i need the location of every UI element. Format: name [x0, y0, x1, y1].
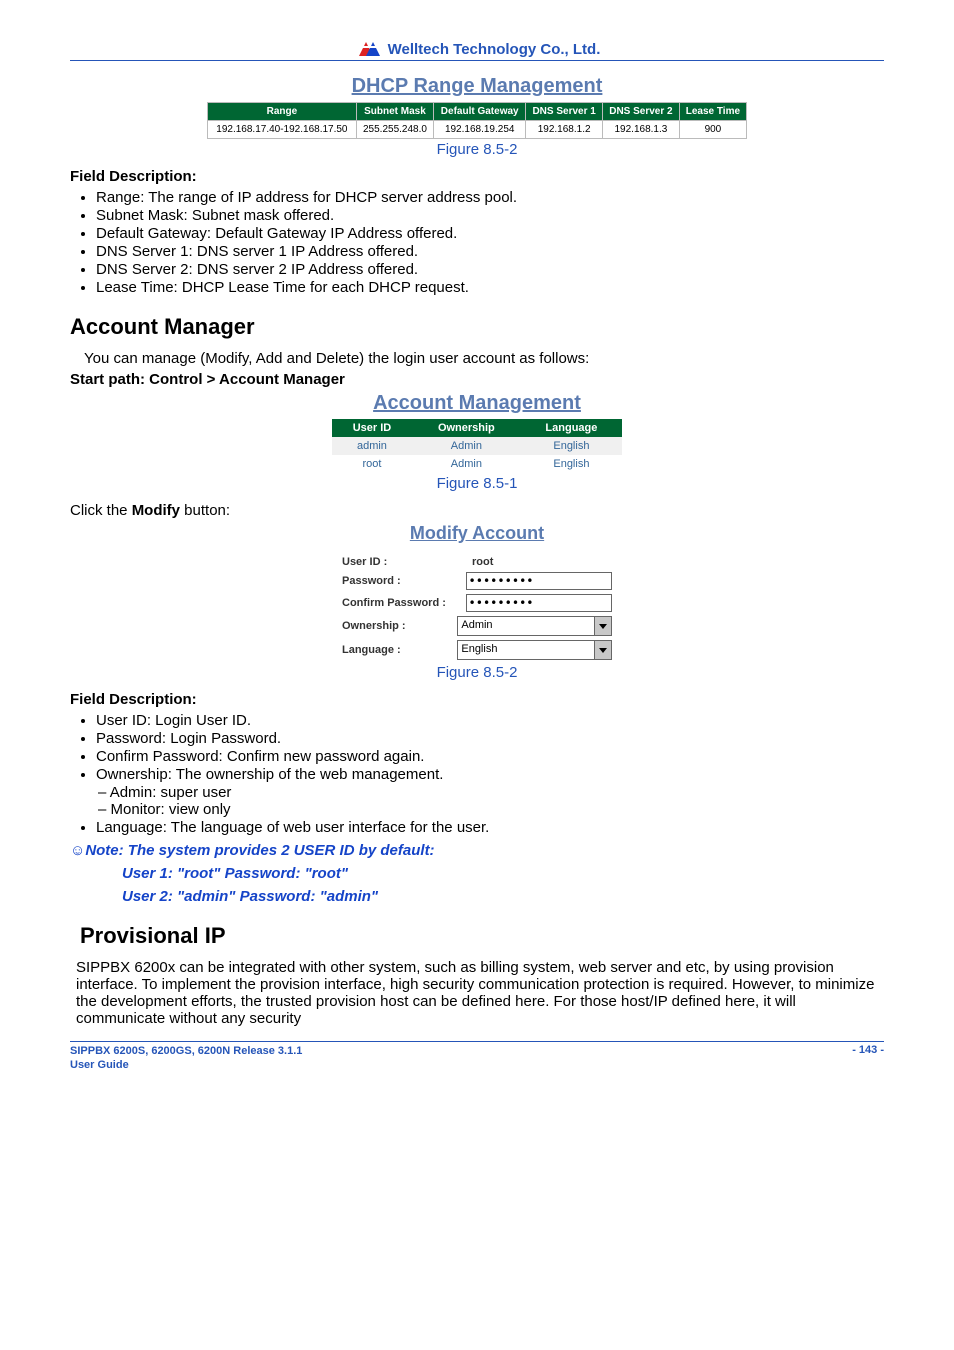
fd2-item: Language: The language of web user inter… — [96, 819, 884, 836]
account-manager-intro: You can manage (Modify, Add and Delete) … — [84, 350, 884, 367]
fd1-item: DNS Server 2: DNS server 2 IP Address of… — [96, 261, 884, 278]
field-desc2-heading: Field Description: — [70, 691, 884, 708]
fd2-item: Confirm Password: Confirm new password a… — [96, 748, 884, 765]
dhcp-table: Range Subnet Mask Default Gateway DNS Se… — [207, 102, 747, 139]
note-line3: User 2: "admin" Password: "admin" — [122, 888, 884, 905]
ownership-label: Ownership : — [342, 620, 457, 632]
field-desc2-list: User ID: Login User ID. Password: Login … — [96, 712, 884, 783]
dhcp-range-panel: DHCP Range Management Range Subnet Mask … — [207, 71, 747, 139]
fd1-item: Subnet Mask: Subnet mask offered. — [96, 207, 884, 224]
start-path-label: Start path: — [70, 371, 145, 388]
acct-col-ownership: Ownership — [412, 419, 521, 437]
account-management-panel: Account Management User ID Ownership Lan… — [332, 388, 622, 473]
footer-page-number: - 143 - — [852, 1044, 884, 1056]
user-id-label: User ID : — [342, 556, 472, 568]
fd1-item: Lease Time: DHCP Lease Time for each DHC… — [96, 279, 884, 296]
note-line2: User 1: "root" Password: "root" — [122, 865, 884, 882]
field-desc1-list: Range: The range of IP address for DHCP … — [96, 189, 884, 296]
confirm-password-label: Confirm Password : — [342, 597, 466, 609]
acct-row: admin Admin English — [332, 437, 622, 455]
welltech-logo-icon — [354, 40, 384, 58]
provisional-heading: Provisional IP — [80, 923, 884, 949]
modify-panel-title: Modify Account — [332, 519, 622, 548]
fd2-subitem: Monitor: view only — [98, 801, 884, 818]
acct-figure-label: Figure 8.5-1 — [70, 475, 884, 492]
dhcp-col-gateway: Default Gateway — [434, 103, 526, 121]
page-footer: SIPPBX 6200S, 6200GS, 6200N Release 3.1.… — [70, 1041, 884, 1073]
note-line1: ☺Note: The system provides 2 USER ID by … — [70, 842, 884, 859]
dhcp-panel-title: DHCP Range Management — [207, 71, 747, 102]
fd1-item: Range: The range of IP address for DHCP … — [96, 189, 884, 206]
provisional-body: SIPPBX 6200x can be integrated with othe… — [76, 959, 884, 1027]
ownership-select[interactable]: Admin — [457, 616, 612, 636]
language-label: Language : — [342, 644, 457, 656]
fd2-sublist: Admin: super user Monitor: view only — [98, 784, 884, 818]
start-path-value: Control > Account Manager — [149, 371, 345, 388]
acct-row: root Admin English — [332, 455, 622, 473]
fd1-item: Default Gateway: Default Gateway IP Addr… — [96, 225, 884, 242]
chevron-down-icon[interactable] — [594, 641, 611, 659]
account-manager-heading: Account Manager — [70, 314, 884, 340]
fd2-item: User ID: Login User ID. — [96, 712, 884, 729]
click-modify-text: Click the Modify button: — [70, 502, 884, 519]
chevron-down-icon[interactable] — [594, 617, 611, 635]
acct-col-language: Language — [521, 419, 622, 437]
fd2-item: Ownership: The ownership of the web mana… — [96, 766, 884, 783]
acct-col-user: User ID — [332, 419, 412, 437]
dhcp-col-range: Range — [208, 103, 357, 121]
field-desc2-list-after: Language: The language of web user inter… — [96, 819, 884, 836]
fd1-item: DNS Server 1: DNS server 1 IP Address of… — [96, 243, 884, 260]
acct-panel-title: Account Management — [332, 388, 622, 419]
fd2-item: Password: Login Password. — [96, 730, 884, 747]
confirm-password-input[interactable]: ••••••••• — [466, 594, 613, 612]
dhcp-figure-label: Figure 8.5-2 — [70, 141, 884, 158]
field-desc1-heading: Field Description: — [70, 168, 884, 185]
language-select[interactable]: English — [457, 640, 612, 660]
dhcp-col-dns1: DNS Server 1 — [526, 103, 603, 121]
page-header: Welltech Technology Co., Ltd. — [70, 40, 884, 61]
user-id-value: root — [472, 556, 493, 568]
password-input[interactable]: ••••••••• — [466, 572, 613, 590]
password-label: Password : — [342, 575, 466, 587]
fd2-subitem: Admin: super user — [98, 784, 884, 801]
dhcp-row: 192.168.17.40-192.168.17.50 255.255.248.… — [208, 121, 747, 139]
dhcp-col-mask: Subnet Mask — [356, 103, 433, 121]
modify-figure-label: Figure 8.5-2 — [70, 664, 884, 681]
company-name: Welltech Technology Co., Ltd. — [388, 41, 601, 58]
modify-account-panel: Modify Account User ID : root Password :… — [332, 519, 622, 662]
dhcp-col-lease: Lease Time — [679, 103, 746, 121]
dhcp-col-dns2: DNS Server 2 — [603, 103, 680, 121]
footer-left: SIPPBX 6200S, 6200GS, 6200N Release 3.1.… — [70, 1044, 832, 1073]
account-table: User ID Ownership Language admin Admin E… — [332, 419, 622, 473]
